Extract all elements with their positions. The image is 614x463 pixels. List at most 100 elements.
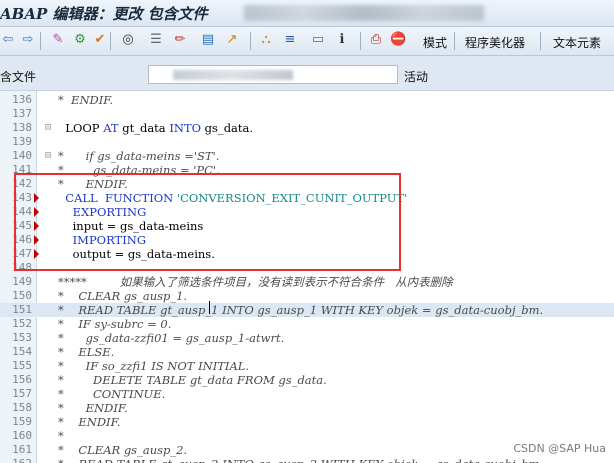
- line-number: 151: [12, 303, 32, 316]
- forward-icon[interactable]: ⇨: [20, 32, 36, 48]
- text-cursor: [209, 301, 210, 314]
- code-line[interactable]: 151 * READ TABLE gt_ausp_1 INTO gs_ausp_1…: [0, 303, 614, 317]
- code-line[interactable]: 157 * CONTINUE.: [0, 387, 614, 401]
- code-line[interactable]: 140 ⊟ * if gs_data-meins ='ST'.: [0, 149, 614, 163]
- hierarchy-icon[interactable]: ⛬: [258, 32, 274, 48]
- title-bar: ABAP 编辑器：更改 包含文件: [0, 0, 614, 27]
- line-number: 161: [12, 443, 32, 456]
- line-number: 150: [12, 289, 32, 302]
- code-line[interactable]: 150 * CLEAR gs_ausp_1.: [0, 289, 614, 303]
- code-token: * ELSE.: [58, 345, 115, 359]
- info-icon[interactable]: ℹ: [334, 32, 350, 48]
- code-line[interactable]: 153 * gs_data-zzfi01 = gs_ausp_1-atwrt.: [0, 331, 614, 345]
- line-number: 155: [12, 359, 32, 372]
- toolbar-separator: [540, 32, 541, 50]
- code-text: * IF sy-subrc = 0.: [58, 317, 171, 331]
- line-number: 162: [0, 457, 32, 463]
- application-toolbar: ⇦ ⇨ ✎ ⚙ ✔ ◎ ☰ ✏ ▤ ↗ ⛬ ≡ ▭ ℹ ⎙ ⛔ 模式 程序美化器 文本元素: [0, 27, 614, 56]
- line-number: 138: [12, 121, 32, 134]
- code-token: gt_data: [118, 121, 170, 135]
- code-text: LOOP AT gt_data INTO gs_data.: [58, 121, 253, 135]
- watermark: CSDN @SAP Hua: [513, 442, 606, 455]
- line-number: 154: [12, 345, 32, 358]
- screen-icon[interactable]: ▭: [310, 32, 326, 48]
- window-title: ABAP 编辑器：更改 包含文件: [0, 5, 208, 23]
- toolbar-separator: [250, 32, 251, 50]
- line-number: 158: [12, 401, 32, 414]
- code-token: * CONTINUE.: [58, 387, 166, 401]
- code-text: * IF so_zzfi1 IS NOT INITIAL.: [58, 359, 249, 373]
- code-line[interactable]: 154 * ELSE.: [0, 345, 614, 359]
- code-line[interactable]: 160 *: [0, 429, 614, 443]
- code-token: * IF sy-subrc = 0.: [58, 317, 172, 331]
- code-line[interactable]: 155 * IF so_zzfi1 IS NOT INITIAL.: [0, 359, 614, 373]
- code-token: * READ TABLE gt_ausp_2 INTO gs_ausp_2 WI…: [58, 457, 543, 463]
- code-text: * if gs_data-meins ='ST'.: [58, 149, 219, 163]
- code-token: * DELETE TABLE gt_data FROM gs_data.: [58, 373, 327, 387]
- code-line[interactable]: 152 * IF sy-subrc = 0.: [0, 317, 614, 331]
- back-icon[interactable]: ⇦: [0, 32, 16, 48]
- code-token: gs_data.: [201, 121, 254, 135]
- code-line[interactable]: 137: [0, 107, 614, 121]
- code-text: * gs_data-zzfi01 = gs_ausp_1-atwrt.: [58, 331, 284, 345]
- code-token: *: [58, 429, 64, 443]
- navigate-icon[interactable]: ↗: [224, 32, 240, 48]
- toolbar-separator: [454, 32, 455, 50]
- code-line[interactable]: 158 * ENDIF.: [0, 401, 614, 415]
- pencil-icon[interactable]: ✏: [172, 32, 188, 48]
- code-line[interactable]: 136 * ENDIF.: [0, 93, 614, 107]
- program-name-redacted: [244, 5, 484, 21]
- code-token: * READ TABLE gt_ausp_1 INTO gs_ausp_1 WI…: [58, 303, 544, 317]
- code-token: LOOP: [58, 121, 104, 135]
- code-text: * DELETE TABLE gt_data FROM gs_data.: [58, 373, 327, 387]
- code-token: * ENDIF.: [58, 401, 128, 415]
- line-number: 157: [12, 387, 32, 400]
- code-text: *: [58, 429, 64, 443]
- code-line[interactable]: 159 * ENDIF.: [0, 415, 614, 429]
- stack-icon[interactable]: ≡: [282, 32, 298, 48]
- object-list-icon[interactable]: ☰: [148, 32, 164, 48]
- include-name-field[interactable]: [148, 65, 398, 84]
- printer-icon[interactable]: ⎙: [368, 32, 384, 48]
- line-number: 152: [12, 317, 32, 330]
- include-name-redacted: [173, 70, 293, 80]
- display-change-icon[interactable]: ▤: [200, 32, 216, 48]
- code-text: * ENDIF.: [58, 93, 113, 107]
- code-line[interactable]: 156 * DELETE TABLE gt_data FROM gs_data.: [0, 373, 614, 387]
- code-token: INTO: [169, 121, 202, 135]
- include-label: 含文件: [0, 70, 37, 84]
- code-line[interactable]: 162 * READ TABLE gt_ausp_2 INTO gs_ausp_2…: [0, 457, 614, 463]
- line-number: 156: [12, 373, 32, 386]
- pattern-button[interactable]: 模式: [423, 34, 447, 51]
- fold-toggle-icon[interactable]: ⊟: [45, 149, 51, 163]
- code-editor[interactable]: 136 * ENDIF. 137 138 ⊟ LOOP AT gt_data INTO …: [0, 91, 614, 463]
- code-text: * READ TABLE gt_ausp_2 INTO gs_ausp_2 WI…: [58, 457, 543, 463]
- code-token: * IF so_zzfi1 IS NOT INITIAL.: [58, 359, 250, 373]
- code-line[interactable]: 149 ***** 如果输入了筛选条件项目，没有读到表示不符合条件 从内表删除: [0, 275, 614, 289]
- line-number: 153: [12, 331, 32, 344]
- line-number: 149: [12, 275, 32, 288]
- code-token: ***** 如果输入了筛选条件项目，没有读到表示不符合条件 从内表删除: [58, 275, 453, 289]
- line-number: 136: [12, 93, 32, 106]
- text-elements-button[interactable]: 文本元素: [553, 34, 601, 51]
- code-token: * gs_data-zzfi01 = gs_ausp_1-atwrt.: [58, 331, 285, 345]
- syntax-check-icon[interactable]: ✎: [50, 32, 66, 48]
- code-text: * CLEAR gs_ausp_2.: [58, 443, 187, 457]
- toolbar-separator: [360, 32, 361, 50]
- code-token: * CLEAR gs_ausp_1.: [58, 289, 188, 303]
- toolbar-separator: [110, 32, 111, 50]
- activate-icon[interactable]: ⚙: [72, 32, 88, 48]
- code-line[interactable]: 139: [0, 135, 614, 149]
- where-used-icon[interactable]: ◎: [120, 32, 136, 48]
- fold-toggle-icon[interactable]: ⊟: [45, 121, 51, 135]
- status-text: 活动: [404, 70, 429, 84]
- code-text: * READ TABLE gt_ausp_1 INTO gs_ausp_1 WI…: [58, 303, 543, 317]
- line-number: 140: [12, 149, 32, 162]
- check-icon[interactable]: ✔: [92, 32, 108, 48]
- pretty-printer-button[interactable]: 程序美化器: [465, 34, 525, 51]
- code-line[interactable]: 138 ⊟ LOOP AT gt_data INTO gs_data.: [0, 121, 614, 135]
- code-token: * CLEAR gs_ausp_2.: [58, 443, 188, 457]
- toolbar-separator: [40, 32, 41, 50]
- stop-icon[interactable]: ⛔: [390, 32, 406, 48]
- line-number: 159: [12, 415, 32, 428]
